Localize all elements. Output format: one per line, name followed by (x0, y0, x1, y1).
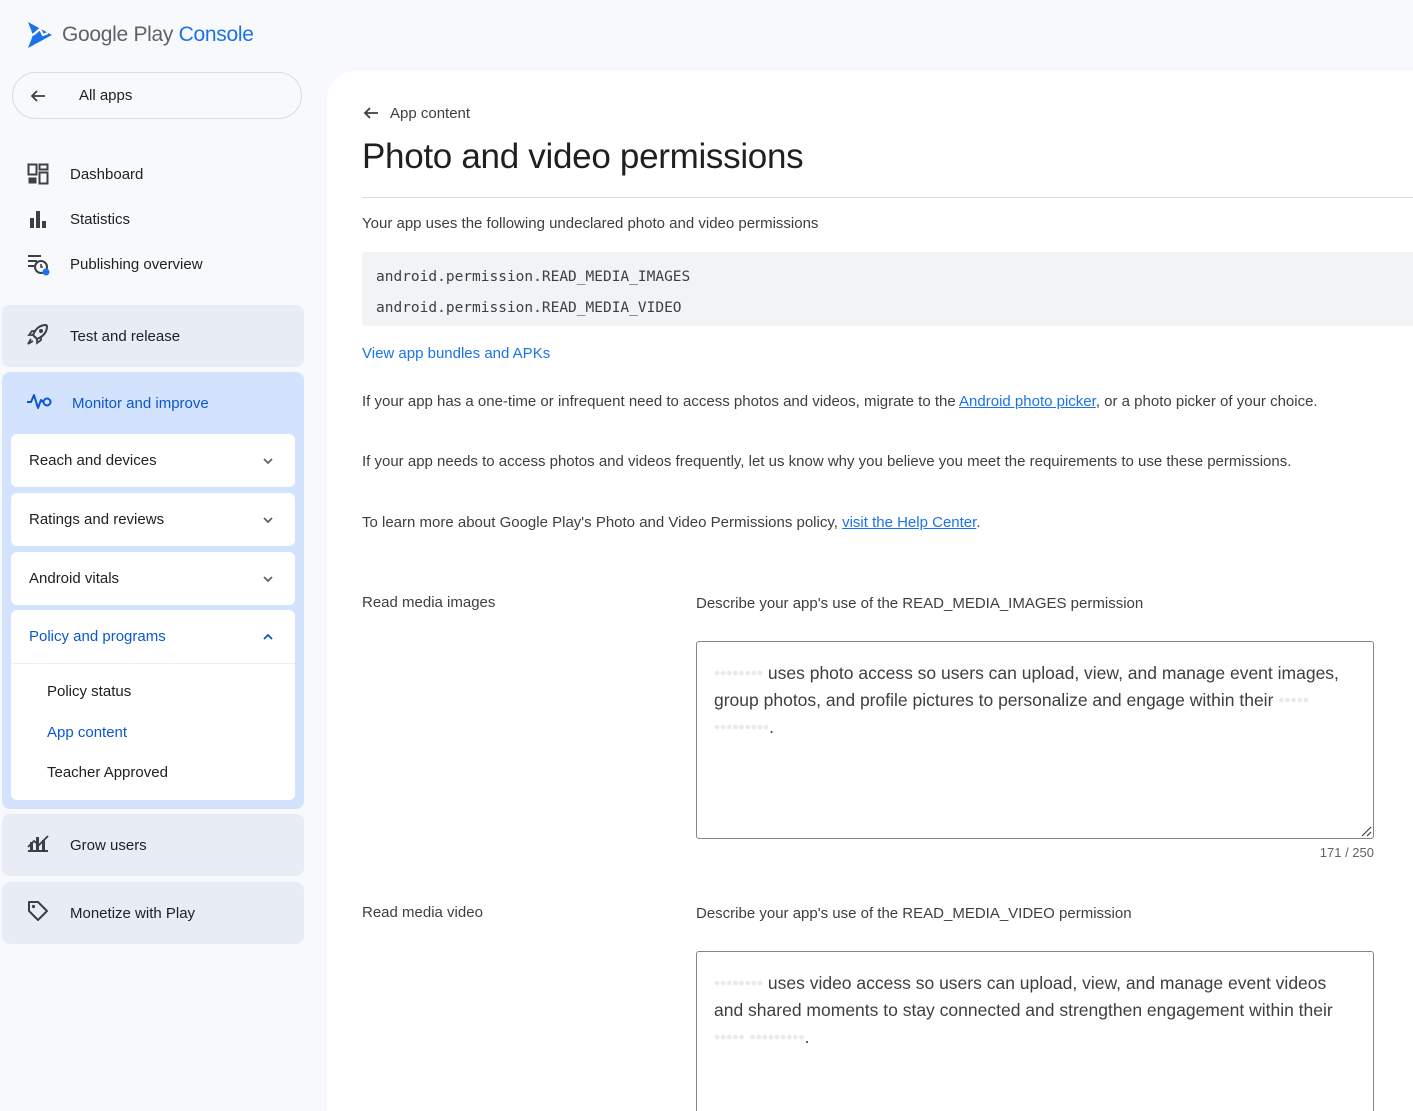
resize-handle-icon[interactable] (1360, 825, 1372, 837)
page-title: Photo and video permissions (362, 137, 804, 176)
redacted-app-name: •••••••• (714, 973, 764, 993)
sidebar-link-app-content[interactable]: App content (47, 713, 295, 754)
all-apps-button[interactable]: All apps (12, 72, 302, 119)
group-label: Monetize with Play (70, 904, 196, 922)
textarea-value: uses photo access so users can upload, v… (714, 663, 1339, 710)
bar-chart-icon (26, 207, 50, 231)
group-label: Test and release (70, 327, 181, 345)
sidebar-section-reach-and-devices[interactable]: Reach and devices (11, 434, 295, 487)
permission-read-media-images: android.permission.READ_MEDIA_IMAGES (376, 269, 691, 285)
back-to-app-content-link[interactable]: App content (362, 104, 470, 122)
arrow-back-icon (30, 89, 45, 102)
intro-text: Your app uses the following undeclared p… (362, 215, 819, 232)
monitor-pulse-icon (26, 391, 52, 415)
textarea-value-end: . (769, 717, 775, 737)
permissions-code-block: android.permission.READ_MEDIA_IMAGES and… (362, 252, 1413, 326)
sidebar-item-publishing-overview[interactable]: Publishing overview (26, 252, 203, 276)
dashboard-icon (26, 162, 50, 186)
policy-and-programs-header[interactable]: Policy and programs (11, 610, 295, 663)
para1-before: If your app has a one-time or infrequent… (362, 393, 960, 410)
para3-before: To learn more about Google Play's Photo … (362, 514, 843, 531)
sidebar-group-monetize-with-play[interactable]: Monetize with Play (2, 882, 304, 944)
photo-picker-paragraph: If your app has a one-time or infrequent… (362, 391, 1382, 414)
chevron-down-icon (259, 452, 277, 470)
read-media-video-textarea[interactable]: •••••••• uses video access so users can … (696, 951, 1374, 1111)
help-center-paragraph: To learn more about Google Play's Photo … (362, 512, 1382, 535)
read-media-images-label: Read media images (362, 594, 496, 611)
sidebar-group-test-and-release[interactable]: Test and release (2, 305, 304, 367)
android-photo-picker-link[interactable]: Android photo picker (959, 393, 1096, 410)
para1-after: , or a photo picker of your choice. (1095, 393, 1318, 410)
section-label: Policy and programs (29, 628, 166, 645)
logo-product: Console (178, 23, 254, 46)
logo-text: Google Play Console (62, 23, 254, 47)
visit-help-center-link[interactable]: visit the Help Center (842, 514, 976, 531)
sidebar-link-policy-status[interactable]: Policy status (47, 672, 295, 713)
character-counter: 171 / 250 (1319, 845, 1374, 860)
back-label: App content (390, 104, 471, 122)
read-media-images-textarea[interactable]: •••••••• uses photo access so users can … (696, 641, 1374, 839)
title-divider (362, 197, 1413, 198)
sidebar-section-policy-and-programs: Policy and programs Policy status App co… (11, 610, 295, 800)
arrow-back-icon (363, 107, 378, 119)
sidebar-item-label: Dashboard (70, 165, 144, 183)
main-content: App content Photo and video permissions … (327, 71, 1413, 1111)
tag-icon (26, 899, 50, 927)
grow-users-icon (26, 831, 50, 859)
sidebar-link-teacher-approved[interactable]: Teacher Approved (47, 753, 295, 794)
logo-brand: Google Play (62, 23, 174, 46)
textarea-value: uses video access so users can upload, v… (714, 973, 1333, 1020)
sidebar-group-monitor-and-improve: Monitor and improve Reach and devices Ra… (2, 372, 304, 809)
play-console-logo[interactable]: Google Play Console (26, 20, 254, 50)
section-label: Ratings and reviews (29, 511, 165, 528)
all-apps-label: All apps (79, 87, 133, 104)
sidebar-section-ratings-and-reviews[interactable]: Ratings and reviews (11, 493, 295, 546)
permission-read-media-video: android.permission.READ_MEDIA_VIDEO (376, 300, 682, 316)
group-label: Monitor and improve (72, 394, 209, 412)
monitor-and-improve-header[interactable]: Monitor and improve (2, 372, 304, 434)
sidebar: All apps Dashboard Statistics Publishing… (0, 70, 326, 1111)
redacted-app-name: •••••••• (714, 663, 764, 683)
section-label: Reach and devices (29, 452, 157, 469)
textarea-value-end: . (804, 1027, 810, 1047)
group-label: Grow users (70, 836, 147, 854)
read-media-video-label: Read media video (362, 904, 483, 921)
rocket-icon (26, 322, 50, 350)
section-label: Android vitals (29, 570, 120, 587)
redacted-text: ••••• ••••••••• (714, 1027, 805, 1047)
requirements-paragraph: If your app needs to access photos and v… (362, 453, 1292, 470)
read-media-images-description: Describe your app's use of the READ_MEDI… (696, 595, 1144, 612)
sidebar-item-statistics[interactable]: Statistics (26, 207, 130, 231)
chevron-down-icon (259, 511, 277, 529)
sidebar-group-grow-users[interactable]: Grow users (2, 814, 304, 876)
sidebar-item-dashboard[interactable]: Dashboard (26, 162, 143, 186)
sidebar-item-label: Statistics (70, 210, 131, 228)
sidebar-item-label: Publishing overview (70, 255, 203, 273)
para3-after: . (976, 514, 981, 531)
publishing-overview-icon (26, 252, 50, 276)
chevron-up-icon (259, 628, 277, 646)
sidebar-section-android-vitals[interactable]: Android vitals (11, 552, 295, 605)
chevron-down-icon (259, 570, 277, 588)
view-app-bundles-link[interactable]: View app bundles and APKs (362, 343, 1382, 366)
read-media-video-description: Describe your app's use of the READ_MEDI… (696, 905, 1132, 922)
play-console-logo-icon (28, 22, 52, 48)
